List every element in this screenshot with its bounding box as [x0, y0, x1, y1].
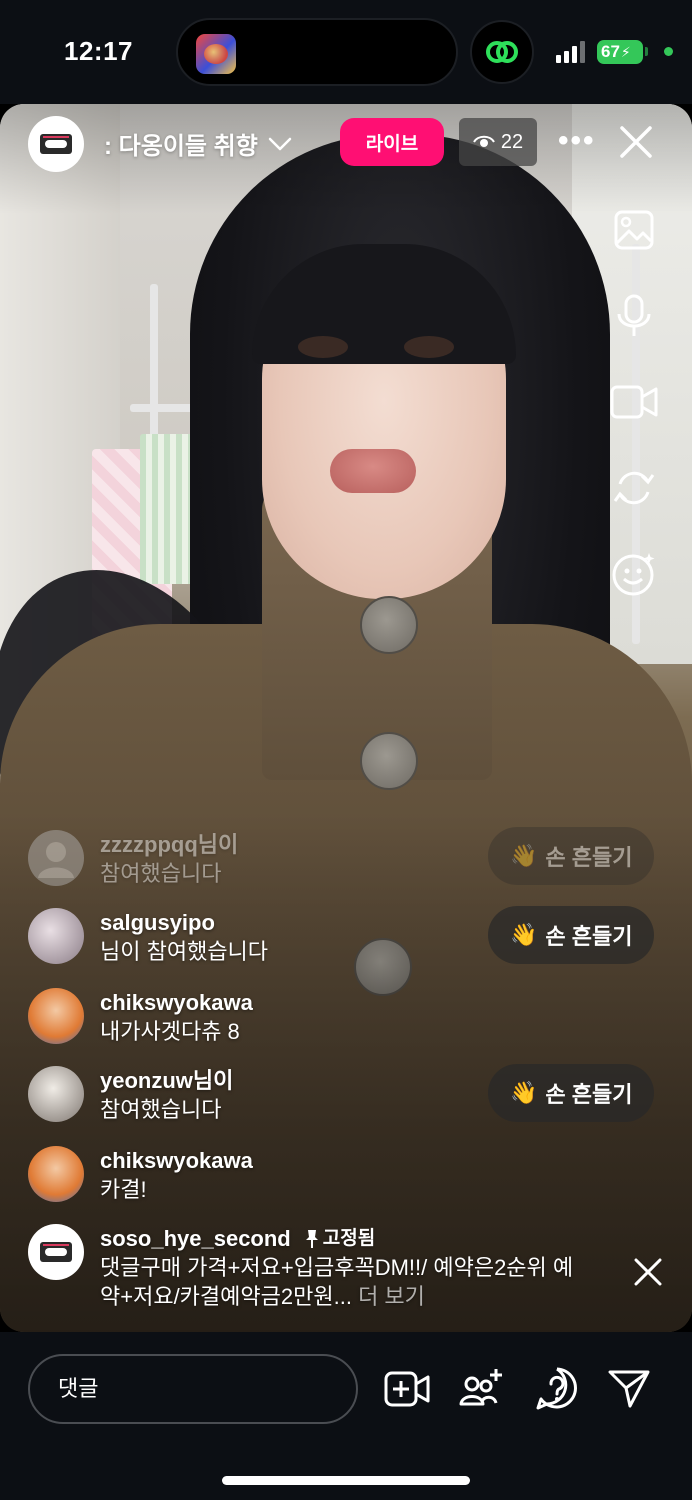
chat-message: 님이 참여했습니다 [100, 939, 269, 964]
chat-item-join: salgusyipo 님이 참여했습니다 [28, 908, 268, 966]
bottom-bar [0, 1332, 692, 1500]
video-camera-icon[interactable] [610, 378, 658, 426]
chat-username: zzzzppqq님이 [100, 832, 239, 857]
chevron-down-icon [268, 137, 292, 150]
chat-message: 참여했습니다 [100, 1097, 222, 1122]
wave-button-label: 손 흔들기 [545, 924, 633, 949]
image-icon[interactable] [610, 206, 658, 254]
pinned-message-line1: 댓글구매 가격+저요+입금후꼭DM!!/ 예약은2순위 예 [100, 1255, 574, 1280]
user-avatar[interactable] [28, 1066, 84, 1122]
island-link-pill[interactable] [470, 20, 534, 84]
pinned-message-line2: 약+저요/카결예약금2만원... [100, 1284, 352, 1309]
waving-hand-icon: 👋 [510, 1080, 538, 1105]
send-icon[interactable] [606, 1366, 652, 1412]
live-badge: 라이브 [340, 118, 444, 166]
waving-hand-icon: 👋 [510, 843, 538, 868]
default-avatar [28, 830, 84, 886]
chat-message: 내가사겟다츄 8 [100, 1019, 240, 1044]
cassette-icon [40, 1242, 72, 1262]
cassette-icon [40, 134, 72, 154]
unpin-close-icon[interactable] [632, 1256, 664, 1288]
host-account-switcher[interactable]: : 다옹이들 취향 [104, 126, 292, 161]
user-avatar[interactable] [28, 1146, 84, 1202]
cellular-signal-icon [556, 41, 586, 63]
pinned-comment[interactable]: soso_hye_second 고정됨 댓글구매 가격+저요+입금후꼭DM!!/… [28, 1224, 573, 1311]
chat-username[interactable]: chikswyokawa [100, 988, 253, 1017]
question-icon[interactable] [534, 1366, 580, 1412]
face-effects-icon[interactable] [610, 550, 658, 598]
live-video[interactable]: : 다옹이들 취향 라이브 22 ••• zzzzppqq님이 참여했습니다 👋… [0, 104, 692, 1332]
comment-input[interactable] [28, 1354, 358, 1424]
chat-username[interactable]: yeonzuw님이 [100, 1066, 233, 1095]
viewer-count: 22 [500, 130, 524, 153]
wave-button[interactable]: 👋 손 흔들기 [488, 906, 655, 964]
status-bar: 12:17 67 ⚡ [0, 0, 692, 104]
camera-in-use-indicator [664, 47, 673, 56]
wave-button[interactable]: 👋 손 흔들기 [488, 1064, 655, 1122]
wave-button-label: 손 흔들기 [545, 845, 633, 870]
pin-icon [305, 1229, 318, 1248]
chat-item-comment: chikswyokawa 내가사겟다츄 8 [28, 988, 253, 1046]
user-avatar[interactable] [28, 908, 84, 964]
chat-item-join: yeonzuw님이 참여했습니다 [28, 1066, 233, 1124]
close-icon[interactable] [618, 124, 654, 160]
chat-username[interactable]: chikswyokawa [100, 1146, 253, 1175]
add-video-icon[interactable] [384, 1366, 430, 1412]
status-clock: 12:17 [64, 36, 133, 66]
link-rings-icon [486, 41, 518, 63]
chat-item-join: zzzzppqq님이 참여했습니다 [28, 830, 238, 888]
wave-button-label: 손 흔들기 [545, 1082, 633, 1107]
chat-item-comment: chikswyokawa 카결! [28, 1146, 253, 1204]
chat-username[interactable]: salgusyipo [100, 908, 268, 937]
battery-indicator: 67 ⚡ [597, 40, 648, 64]
pinned-label: 고정됨 [322, 1228, 376, 1249]
more-options-icon[interactable]: ••• [558, 126, 596, 156]
host-avatar-small[interactable] [28, 1224, 84, 1280]
host-avatar[interactable] [28, 116, 84, 172]
dynamic-island[interactable] [176, 18, 458, 86]
viewer-count-button[interactable]: 22 [459, 118, 537, 166]
home-indicator[interactable] [222, 1476, 470, 1485]
charging-bolt-icon: ⚡ [620, 43, 631, 60]
wave-button[interactable]: 👋 손 흔들기 [488, 827, 655, 885]
add-guest-icon[interactable] [458, 1366, 504, 1412]
host-name: : 다옹이들 취향 [104, 133, 258, 160]
now-playing-app-icon [196, 34, 236, 74]
chat-message: 참여했습니다 [100, 861, 222, 886]
chat-message: 카결! [100, 1177, 147, 1202]
see-more-link[interactable]: 더 보기 [358, 1284, 425, 1309]
chat-username[interactable]: soso_hye_second [100, 1224, 291, 1253]
eye-icon [473, 135, 495, 147]
waving-hand-icon: 👋 [510, 922, 538, 947]
user-avatar[interactable] [28, 988, 84, 1044]
microphone-icon[interactable] [610, 292, 658, 340]
flip-camera-icon[interactable] [610, 464, 658, 512]
battery-level: 67 [601, 42, 620, 61]
pinned-badge: 고정됨 [305, 1224, 375, 1253]
